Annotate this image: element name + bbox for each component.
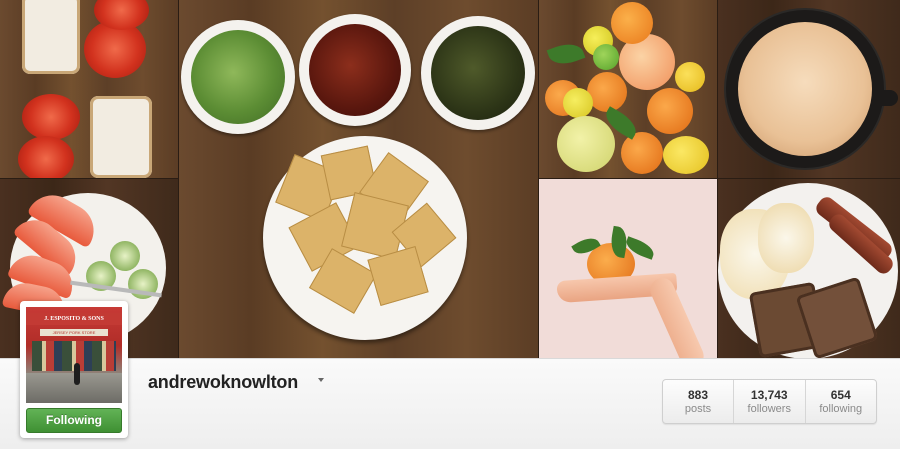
stat-followers[interactable]: 13,743 followers	[734, 380, 806, 423]
avatar[interactable]: J. ESPOSITO & SONS JERSEY PORK STORE	[26, 307, 122, 403]
profile-username[interactable]: andrewoknowlton	[148, 372, 298, 393]
stat-following[interactable]: 654 following	[806, 380, 877, 423]
avatar-storefront-subsign: JERSEY PORK STORE	[40, 329, 108, 336]
lemon	[563, 88, 593, 118]
soda-bread	[738, 22, 872, 156]
lemon	[663, 136, 709, 174]
photo-tile-hand-orange[interactable]	[539, 179, 717, 358]
bread-slice	[90, 96, 152, 178]
grapefruit	[557, 116, 615, 172]
tomato-slice	[18, 136, 74, 178]
skillet-handle	[868, 90, 898, 106]
green-salsa	[191, 30, 285, 124]
avatar-pedestrian	[74, 363, 80, 385]
photo-tile-toast-tomato[interactable]	[0, 0, 178, 178]
lime	[593, 44, 619, 70]
following-button[interactable]: Following	[26, 408, 122, 433]
stat-followers-label: followers	[747, 403, 791, 415]
stat-posts[interactable]: 883 posts	[663, 380, 734, 423]
stat-following-label: following	[819, 403, 863, 415]
orange	[611, 2, 653, 44]
profile-stats: 883 posts 13,743 followers 654 following	[662, 379, 877, 424]
dark-salsa	[431, 26, 525, 120]
orange	[647, 88, 693, 134]
photo-tile-salsa-chips[interactable]	[179, 0, 538, 358]
photo-tile-breakfast[interactable]	[718, 179, 900, 358]
avatar-storefront-sign: J. ESPOSITO & SONS	[26, 313, 122, 325]
orange	[621, 132, 663, 174]
tomato-slice	[22, 94, 80, 140]
bread-slice	[22, 0, 80, 74]
red-salsa	[309, 24, 401, 116]
orange	[587, 72, 627, 112]
caret-down-icon[interactable]	[318, 378, 324, 382]
stat-posts-value: 883	[687, 388, 709, 402]
stat-following-value: 654	[830, 388, 851, 402]
profile-avatar-card: J. ESPOSITO & SONS JERSEY PORK STORE Fol…	[20, 301, 128, 438]
lemon	[675, 62, 705, 92]
fried-egg	[758, 203, 814, 273]
cucumber-slice	[110, 241, 140, 271]
photo-tile-citrus[interactable]	[539, 0, 717, 178]
leaf	[546, 38, 586, 70]
header-photo-mosaic	[0, 0, 900, 358]
stat-posts-label: posts	[684, 403, 712, 415]
photo-tile-skillet-bread[interactable]	[718, 0, 900, 178]
stat-followers-value: 13,743	[750, 388, 788, 402]
